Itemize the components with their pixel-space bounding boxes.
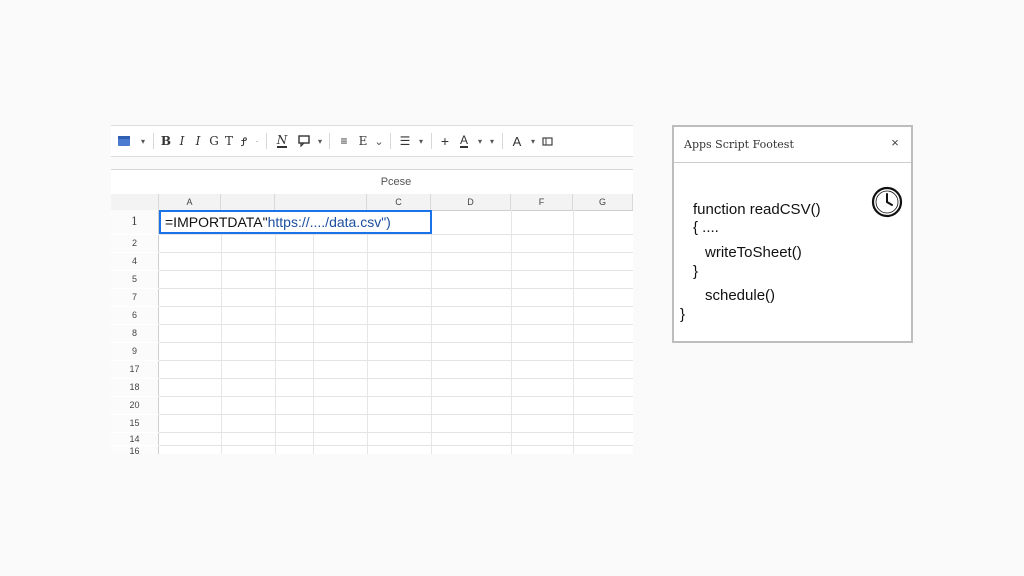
corner-cell[interactable] — [111, 194, 159, 210]
column-header[interactable] — [275, 194, 367, 210]
text-color-button[interactable]: A — [454, 130, 474, 152]
sheet-icon-glyph — [118, 136, 130, 146]
active-cell-a1[interactable]: =IMPORTDATA"https://..../data.csv") — [159, 210, 432, 234]
row-header[interactable]: 4 — [111, 253, 159, 270]
row-header[interactable]: 8 — [111, 325, 159, 342]
close-icon[interactable]: × — [887, 135, 903, 151]
grid-line — [159, 378, 633, 379]
toolbar-divider — [431, 133, 432, 149]
italic-button[interactable]: I — [174, 130, 190, 152]
clock-icon — [871, 186, 903, 218]
grid-line — [159, 432, 633, 433]
grid-line — [511, 210, 512, 454]
grid-line — [275, 210, 276, 454]
grid-line — [159, 445, 633, 446]
grid-line — [159, 306, 633, 307]
font-color-button[interactable]: A — [507, 130, 527, 152]
column-header[interactable] — [221, 194, 275, 210]
toolbar-divider — [390, 133, 391, 149]
text-color-label: A — [459, 133, 468, 148]
code-line: } — [680, 306, 686, 323]
add-button[interactable]: + — [436, 130, 454, 152]
more-icon-glyph — [541, 136, 553, 146]
code-line: } — [693, 263, 699, 280]
column-header-c[interactable]: C — [367, 194, 431, 210]
formatting-toolbar: ▾ B I I G T Ꝭ · N ▾ ≡ E ⌄ ☰ ▾ + A ▾ ▾ A … — [111, 125, 633, 157]
underline-button[interactable]: N — [271, 130, 293, 152]
comment-icon-glyph — [297, 135, 310, 147]
column-header-row: A C D F G — [111, 194, 633, 211]
formula-function: =IMPORTDATA" — [165, 214, 268, 230]
row-header-1[interactable]: 1 — [111, 210, 159, 234]
list-button[interactable]: ☰ — [395, 130, 415, 152]
row-header[interactable]: 14 — [111, 433, 159, 445]
row-header[interactable]: 20 — [111, 397, 159, 414]
grid-line — [573, 210, 574, 454]
toolbar-divider — [502, 133, 503, 149]
grid-line — [159, 396, 633, 397]
code-line: { .... — [693, 219, 719, 236]
row-header[interactable]: 9 — [111, 343, 159, 360]
row-header[interactable]: 17 — [111, 361, 159, 378]
sheet-icon[interactable] — [111, 130, 137, 152]
row-header[interactable]: 5 — [111, 271, 159, 288]
code-line: schedule() — [705, 287, 776, 304]
grid-line — [159, 324, 633, 325]
list-chevron-down-icon[interactable]: ▾ — [415, 130, 427, 152]
panel-title: Apps Script Footest — [684, 138, 794, 151]
text-size-button[interactable]: T — [222, 130, 236, 152]
underline-label: N — [276, 133, 288, 148]
format-chevron-down-icon[interactable]: · — [252, 130, 262, 152]
grid-line — [221, 210, 222, 454]
sheet-menu-chevron-down-icon[interactable]: ▾ — [137, 130, 149, 152]
grid-line — [159, 414, 633, 415]
italic-alt-button[interactable]: I — [190, 130, 206, 152]
grid-line — [159, 288, 633, 289]
code-line: function readCSV() — [693, 201, 821, 218]
wrap-chevron-down-icon[interactable]: ⌄ — [372, 130, 386, 152]
column-header-a[interactable]: A — [159, 194, 221, 210]
column-header-d[interactable]: D — [431, 194, 511, 210]
sheet-title: Pcese — [159, 170, 633, 195]
grid-line — [159, 342, 633, 343]
comment-icon[interactable] — [293, 130, 315, 152]
apps-script-panel: Apps Script Footest × function readCSV()… — [672, 125, 913, 343]
grid-line — [159, 270, 633, 271]
grid-line — [159, 234, 633, 235]
text-color-chevron-down-icon[interactable]: ▾ — [474, 130, 486, 152]
align-button[interactable]: ≡ — [334, 130, 354, 152]
grid-line — [159, 360, 633, 361]
row-header[interactable]: 2 — [111, 235, 159, 252]
grid-line — [367, 210, 368, 454]
font-button[interactable]: G — [206, 130, 222, 152]
comment-chevron-down-icon[interactable]: ▾ — [315, 130, 325, 152]
row-header[interactable]: 6 — [111, 307, 159, 324]
spreadsheet-grid: Pcese A C D F G 1 2 4 5 7 6 8 9 17 18 20… — [111, 169, 633, 454]
row-header[interactable]: 7 — [111, 289, 159, 306]
grid-line — [431, 210, 432, 454]
panel-header: Apps Script Footest × — [674, 127, 911, 163]
formula-argument: https://..../data.csv") — [267, 214, 391, 230]
more-chevron-down-icon[interactable]: ▾ — [486, 130, 498, 152]
row-header[interactable]: 15 — [111, 415, 159, 432]
grid-line — [159, 252, 633, 253]
format-button[interactable]: Ꝭ — [236, 130, 252, 152]
bold-button[interactable]: B — [158, 130, 174, 152]
toolbar-divider — [266, 133, 267, 149]
toolbar-divider — [329, 133, 330, 149]
column-header-f[interactable]: F — [511, 194, 573, 210]
toolbar-divider — [153, 133, 154, 149]
column-header-g[interactable]: G — [573, 194, 633, 210]
grid-line — [313, 210, 314, 454]
font-color-chevron-down-icon[interactable]: ▾ — [527, 130, 539, 152]
more-icon[interactable] — [539, 130, 555, 152]
wrap-button[interactable]: E — [354, 130, 372, 152]
row-header[interactable]: 16 — [111, 446, 159, 454]
code-line: writeToSheet() — [705, 244, 802, 261]
row-header[interactable]: 18 — [111, 379, 159, 396]
